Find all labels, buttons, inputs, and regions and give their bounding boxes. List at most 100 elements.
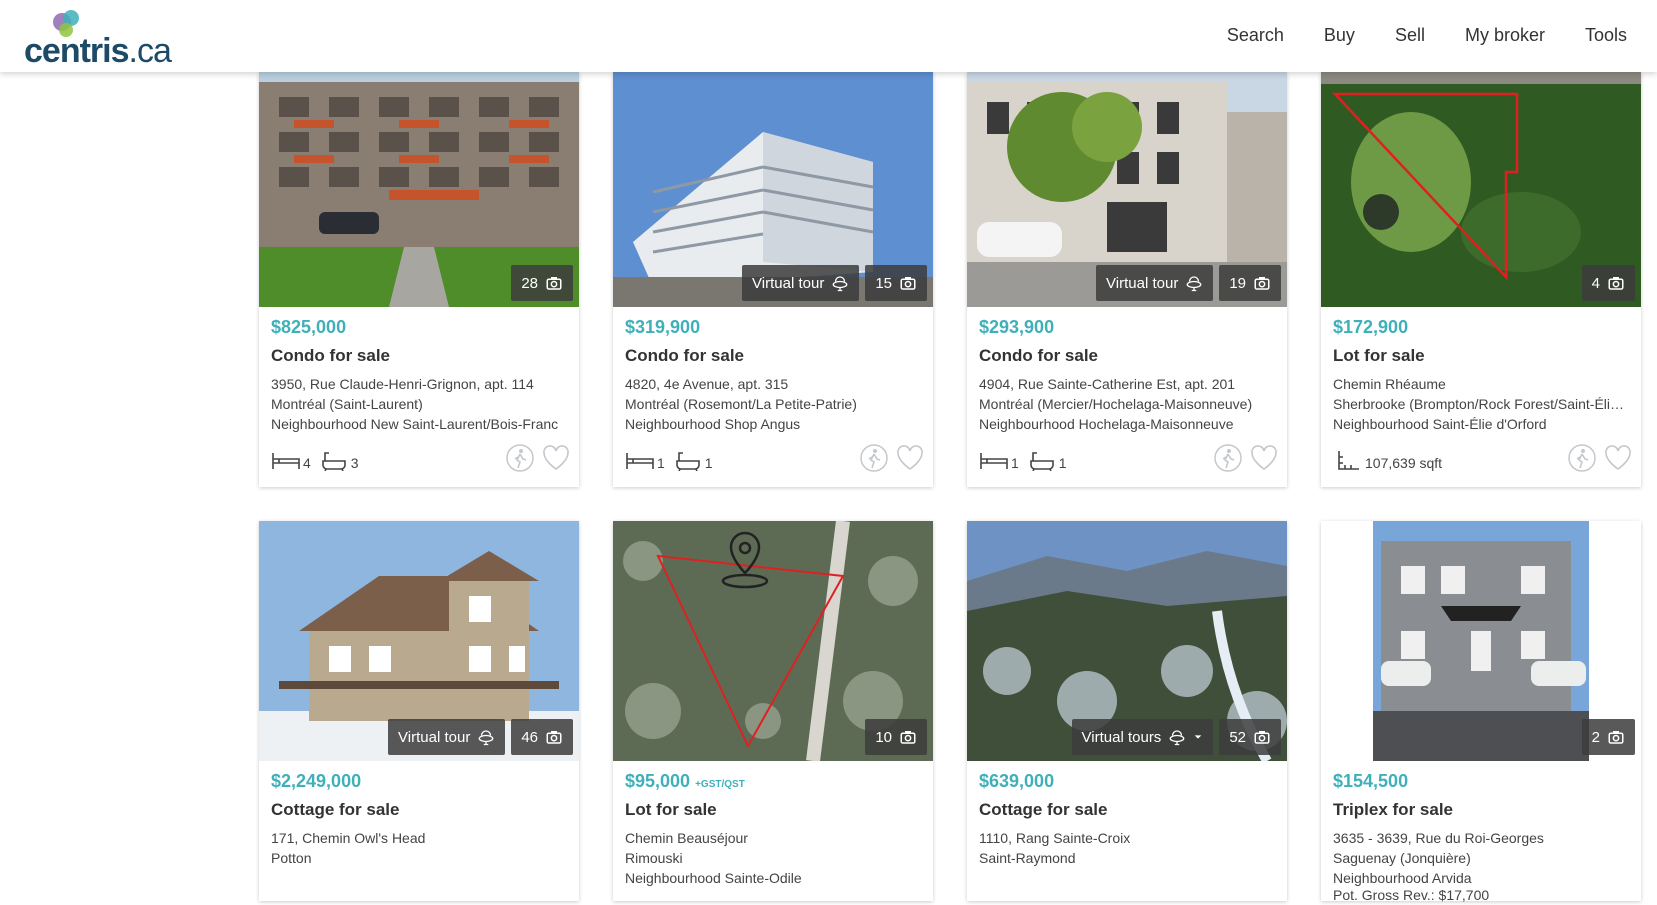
listing-category[interactable]: Cottage for sale (271, 800, 567, 828)
bathroom-count: 1 (1058, 455, 1067, 471)
camera-icon (1254, 731, 1270, 744)
address-line: Chemin Beauséjour (625, 830, 748, 846)
address-line: 171, Chemin Owl's Head (271, 830, 426, 846)
nav-sell[interactable]: Sell (1375, 22, 1445, 48)
address-line: Montréal (Saint-Laurent) (271, 396, 423, 412)
listing-category[interactable]: Cottage for sale (979, 800, 1275, 828)
address-line: Montréal (Rosemont/La Petite-Patrie) (625, 396, 857, 412)
photo-count: 10 (875, 728, 892, 746)
listing-price: $825,000 (271, 317, 347, 337)
listing-photo[interactable]: 10 (613, 521, 933, 761)
address-line: Chemin Rhéaume (1333, 376, 1446, 392)
listing-card[interactable]: Virtual tour 19 $293,900 Condo for sale … (967, 72, 1287, 487)
listing-price: $95,000 +GST/QST (625, 771, 745, 791)
nav-my-broker[interactable]: My broker (1445, 22, 1565, 48)
listing-category[interactable]: Condo for sale (271, 346, 567, 374)
listing-price: $172,900 (1333, 317, 1409, 337)
listing-category[interactable]: Lot for sale (625, 800, 921, 828)
nav-tools[interactable]: Tools (1565, 22, 1627, 48)
listing-category[interactable]: Condo for sale (625, 346, 921, 374)
favorite-button[interactable] (1603, 443, 1633, 473)
heart-icon (897, 445, 923, 470)
virtual-tour-badge[interactable]: Virtual tour (742, 265, 860, 301)
address-line: Rimouski (625, 850, 683, 866)
address-line: Sherbrooke (Brompton/Rock Forest/Saint-É… (1333, 396, 1629, 412)
walk-icon (506, 444, 534, 472)
centris-logo[interactable]: centris.ca (24, 8, 174, 70)
photo-count: 52 (1229, 728, 1246, 746)
bedroom-count: 1 (657, 455, 665, 471)
virtual-tour-badge[interactable]: Virtual tour (388, 719, 506, 755)
photo-count-badge[interactable]: 10 (865, 719, 927, 755)
listing-card[interactable]: Virtual tour 46 $2,249,000 Cottage for s… (259, 521, 579, 901)
listing-photo[interactable]: 4 (1321, 72, 1641, 307)
lot-area-icon (1338, 451, 1359, 470)
walk-icon (1214, 444, 1242, 472)
virtual-tour-badge[interactable]: Virtual tours (1071, 719, 1214, 755)
photo-count: 46 (521, 728, 538, 746)
listing-photo[interactable]: Virtual tour 46 (259, 521, 579, 761)
photo-count-badge[interactable]: 52 (1219, 719, 1281, 755)
listing-card[interactable]: 2 $154,500 Triplex for sale 3635 - 3639,… (1321, 521, 1641, 902)
virtual-tour-badge[interactable]: Virtual tour (1096, 265, 1214, 301)
walkscore-button[interactable] (1567, 443, 1597, 473)
walkscore-button[interactable] (505, 443, 535, 473)
heart-icon (1251, 445, 1277, 470)
nav-buy[interactable]: Buy (1304, 22, 1375, 48)
main-nav: Search Buy Sell My broker Tools (1207, 22, 1627, 48)
photo-count: 28 (521, 274, 538, 292)
address-line: 3950, Rue Claude-Henri-Grignon, apt. 114 (271, 376, 534, 392)
photo-count: 2 (1591, 728, 1600, 746)
address-line: Montréal (Mercier/Hochelaga-Maisonneuve) (979, 396, 1253, 412)
walkscore-button[interactable] (1213, 443, 1243, 473)
listing-price: $293,900 (979, 317, 1055, 337)
listing-card[interactable]: 28 $825,000 Condo for sale 3950, Rue Cla… (259, 72, 579, 487)
virtual-tour-label: Virtual tour (1106, 274, 1179, 292)
camera-icon (1254, 277, 1270, 290)
photo-count: 19 (1229, 274, 1246, 292)
favorite-button[interactable] (895, 443, 925, 473)
virtual-tour-icon (478, 730, 494, 746)
photo-count-badge[interactable]: 15 (865, 265, 927, 301)
listing-photo[interactable]: 2 (1321, 521, 1641, 761)
chevron-down-icon (1194, 735, 1202, 739)
favorite-button[interactable] (1249, 443, 1279, 473)
bed-icon (980, 453, 1008, 469)
listing-photo[interactable]: Virtual tours 52 (967, 521, 1287, 761)
listing-card[interactable]: 10 $95,000 +GST/QST Lot for sale Chemin … (613, 521, 933, 901)
listing-price: $639,000 (979, 771, 1055, 791)
photo-count-badge[interactable]: 46 (511, 719, 573, 755)
listing-price: $154,500 (1333, 771, 1409, 791)
virtual-tour-icon (832, 276, 848, 292)
listing-card[interactable]: Virtual tour 15 $319,900 Condo for sale … (613, 72, 933, 487)
photo-count-badge[interactable]: 19 (1219, 265, 1281, 301)
logo-text: centris.ca (24, 32, 172, 70)
listing-photo[interactable]: Virtual tour 15 (613, 72, 933, 307)
price-tax-note: +GST/QST (695, 779, 745, 790)
bedroom-count: 1 (1011, 455, 1019, 471)
walkscore-button[interactable] (859, 443, 889, 473)
listing-card[interactable]: Virtual tours 52 $639,000 Cottage for sa… (967, 521, 1287, 901)
listing-category[interactable]: Condo for sale (979, 346, 1275, 374)
bathroom-count: 1 (704, 455, 713, 471)
listing-category[interactable]: Triplex for sale (1333, 800, 1629, 828)
nav-search[interactable]: Search (1207, 22, 1304, 48)
bath-icon (1029, 452, 1054, 471)
address-line: Neighbourhood Sainte-Odile (625, 870, 802, 886)
photo-count-badge[interactable]: 4 (1581, 265, 1635, 301)
bath-icon (675, 452, 700, 471)
photo-count-badge[interactable]: 28 (511, 265, 573, 301)
lot-area: 107,639 sqft (1365, 455, 1443, 471)
listing-card[interactable]: 4 $172,900 Lot for sale Chemin Rhéaume S… (1321, 72, 1641, 487)
photo-count-badge[interactable]: 2 (1581, 719, 1635, 755)
listing-photo[interactable]: Virtual tour 19 (967, 72, 1287, 307)
favorite-button[interactable] (541, 443, 571, 473)
bed-icon (272, 453, 300, 469)
bed-icon (626, 453, 654, 469)
address-line: 4820, 4e Avenue, apt. 315 (625, 376, 789, 392)
listing-photo[interactable]: 28 (259, 72, 579, 307)
bedroom-count: 4 (303, 455, 311, 471)
address-line: Saguenay (Jonquière) (1333, 850, 1471, 866)
address-line: Pot. Gross Rev.: $17,700 (1333, 888, 1490, 902)
listing-category[interactable]: Lot for sale (1333, 346, 1629, 374)
